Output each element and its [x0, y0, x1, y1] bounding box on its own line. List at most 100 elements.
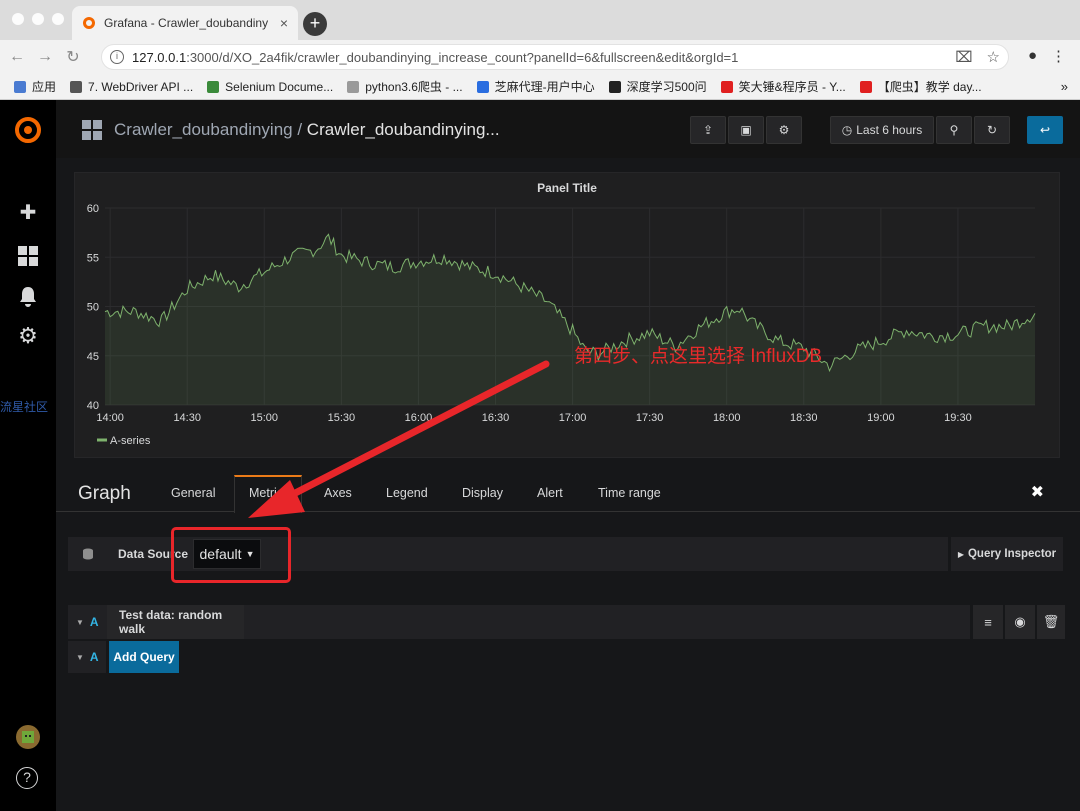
add-query-button[interactable]: Add Query — [109, 641, 179, 673]
add-query-ref: ▼ A — [68, 641, 106, 673]
collapse-caret-icon: ▼ — [76, 652, 84, 662]
clock-icon: ◷ — [841, 123, 853, 137]
query-type[interactable]: Test data: random walk — [107, 605, 244, 639]
bookmark-item[interactable]: 芝麻代理-用户中心 — [476, 78, 595, 95]
legend-label[interactable]: A-series — [110, 435, 151, 447]
bookmark-label: 应用 — [32, 80, 57, 94]
grafana-favicon-icon — [83, 17, 95, 29]
bookmarks-more-icon[interactable]: » — [1061, 79, 1068, 94]
user-avatar-icon[interactable] — [16, 725, 40, 749]
translate-icon[interactable]: ⌧ — [955, 48, 972, 66]
dashboard-grid-icon — [82, 120, 102, 140]
bookmark-label: 笑大锤&程序员 - Y... — [738, 80, 846, 94]
graph-panel: Panel Title 60 55 50 45 40 14:00 14:30 15:00 15:… — [74, 172, 1060, 458]
breadcrumb-separator: / — [292, 120, 307, 139]
editor-title: Graph — [78, 483, 131, 504]
bookmark-star-icon[interactable]: ☆ — [987, 48, 1000, 66]
series-area — [105, 234, 1035, 405]
browser-tabbar: Grafana - Crawler_doubandiny × + — [0, 0, 1080, 40]
bookmark-item[interactable]: python3.6爬虫 - ... — [347, 78, 463, 95]
create-plus-icon[interactable]: ✚ — [16, 201, 40, 225]
back-to-dashboard-button[interactable]: ↩ — [1027, 116, 1063, 144]
close-tab-icon[interactable]: × — [280, 15, 288, 31]
reload-icon[interactable]: ↻ — [62, 47, 84, 67]
watermark: 流星社区 — [0, 400, 49, 414]
save-button[interactable]: ▣ — [728, 116, 764, 144]
help-icon[interactable]: ? — [16, 767, 38, 789]
close-window-button[interactable] — [12, 13, 24, 25]
x-tick-label: 18:00 — [713, 412, 741, 424]
bookmark-icon — [476, 80, 489, 93]
query-menu-button[interactable]: ≡ — [973, 605, 1003, 639]
collapse-caret-icon[interactable]: ▼ — [76, 618, 84, 627]
panel-editor: Graph General Metrics Axes Legend Displa… — [56, 470, 1080, 811]
save-icon: ▣ — [740, 123, 752, 137]
tab-alert[interactable]: Alert — [537, 486, 563, 500]
bookmark-item[interactable]: 深度学习500问 — [608, 78, 707, 95]
graph-chart[interactable]: 60 55 50 45 4014:00 14:30 15:00 15:30 16:00 16:30… — [75, 173, 1061, 459]
x-tick-label: 14:00 — [96, 412, 124, 424]
tab-display[interactable]: Display — [462, 486, 503, 500]
grafana-logo-icon[interactable] — [14, 116, 42, 144]
time-picker-button[interactable]: ◷ Last 6 hours — [830, 116, 934, 144]
time-range-label: Last 6 hours — [856, 123, 923, 137]
breadcrumb[interactable]: Crawler_doubandinying / Crawler_doubandi… — [114, 120, 500, 140]
search-icon: ⚲ — [949, 123, 959, 137]
new-tab-button[interactable]: + — [303, 12, 327, 36]
configuration-gear-icon[interactable]: ⚙ — [16, 324, 40, 348]
tab-metrics[interactable]: Metrics — [234, 475, 302, 513]
tab-axes[interactable]: Axes — [324, 486, 352, 500]
bookmark-item[interactable]: Selenium Docume... — [207, 80, 333, 94]
database-icon — [83, 548, 93, 560]
bookmark-label: 【爬虫】教学 day... — [877, 80, 982, 94]
breadcrumb-folder[interactable]: Crawler_doubandinying — [114, 120, 293, 139]
bookmark-icon — [70, 80, 83, 93]
breadcrumb-dashboard[interactable]: Crawler_doubandinying... — [307, 120, 500, 139]
back-icon[interactable]: ← — [6, 48, 28, 66]
url-path: :3000/d/XO_2a4fik/crawler_doubandinying_… — [186, 49, 739, 65]
profile-icon[interactable]: ● — [1028, 47, 1037, 65]
forward-icon[interactable]: → — [34, 48, 56, 66]
info-icon[interactable]: i — [110, 50, 124, 64]
bookmark-icon — [14, 80, 26, 93]
dashboards-icon[interactable] — [16, 244, 40, 268]
annotation-highlight-box — [171, 527, 291, 583]
refresh-icon: ↻ — [986, 123, 998, 137]
query-inspector-button[interactable]: ▶ Query Inspector — [951, 537, 1063, 571]
tab-time-range[interactable]: Time range — [598, 486, 661, 500]
share-icon: ⇪ — [702, 123, 714, 137]
share-button[interactable]: ⇪ — [690, 116, 726, 144]
caret-right-icon: ▶ — [957, 549, 964, 559]
side-menu: ✚ ⚙ ? — [0, 100, 56, 811]
bookmarks-bar: 应用 7. WebDriver API ... Selenium Docume...… — [0, 74, 1080, 100]
toggle-query-button[interactable]: ◉ — [1005, 605, 1035, 639]
url-field[interactable]: i 127.0.0.1:3000/d/XO_2a4fik/crawler_dou… — [101, 44, 1009, 70]
alerting-bell-icon[interactable] — [16, 285, 40, 309]
bookmark-item[interactable]: 应用 — [14, 78, 56, 95]
x-tick-label: 14:30 — [173, 412, 201, 424]
bookmark-item[interactable]: 7. WebDriver API ... — [70, 80, 193, 94]
query-ref-id[interactable]: A — [90, 615, 99, 629]
browser-tab[interactable]: Grafana - Crawler_doubandiny × — [72, 6, 298, 40]
minimize-window-button[interactable] — [32, 13, 44, 25]
address-bar-row: ← → ↻ i 127.0.0.1:3000/d/XO_2a4fik/crawl… — [0, 40, 1080, 74]
x-tick-label: 17:30 — [636, 412, 664, 424]
browser-tab-title: Grafana - Crawler_doubandiny — [104, 16, 269, 30]
x-tick-label: 19:30 — [944, 412, 972, 424]
editor-tabs: Graph General Metrics Axes Legend Displa… — [56, 470, 1080, 513]
close-editor-button[interactable]: ✖ — [1031, 482, 1044, 502]
query-type-label: Test data: random walk — [119, 608, 223, 636]
settings-button[interactable]: ⚙ — [766, 116, 802, 144]
x-tick-label: 16:00 — [405, 412, 433, 424]
zoom-window-button[interactable] — [52, 13, 64, 25]
tab-legend[interactable]: Legend — [386, 486, 428, 500]
x-tick-label: 18:30 — [790, 412, 818, 424]
zoom-out-button[interactable]: ⚲ — [936, 116, 972, 144]
remove-query-button[interactable]: 🗑 — [1037, 605, 1065, 639]
tab-general[interactable]: General — [171, 486, 215, 500]
bookmark-icon — [207, 80, 220, 93]
browser-menu-icon[interactable]: ⋮ — [1051, 47, 1066, 65]
bookmark-item[interactable]: 笑大锤&程序员 - Y... — [720, 78, 846, 95]
bookmark-item[interactable]: 【爬虫】教学 day... — [859, 78, 982, 95]
refresh-button[interactable]: ↻ — [974, 116, 1010, 144]
